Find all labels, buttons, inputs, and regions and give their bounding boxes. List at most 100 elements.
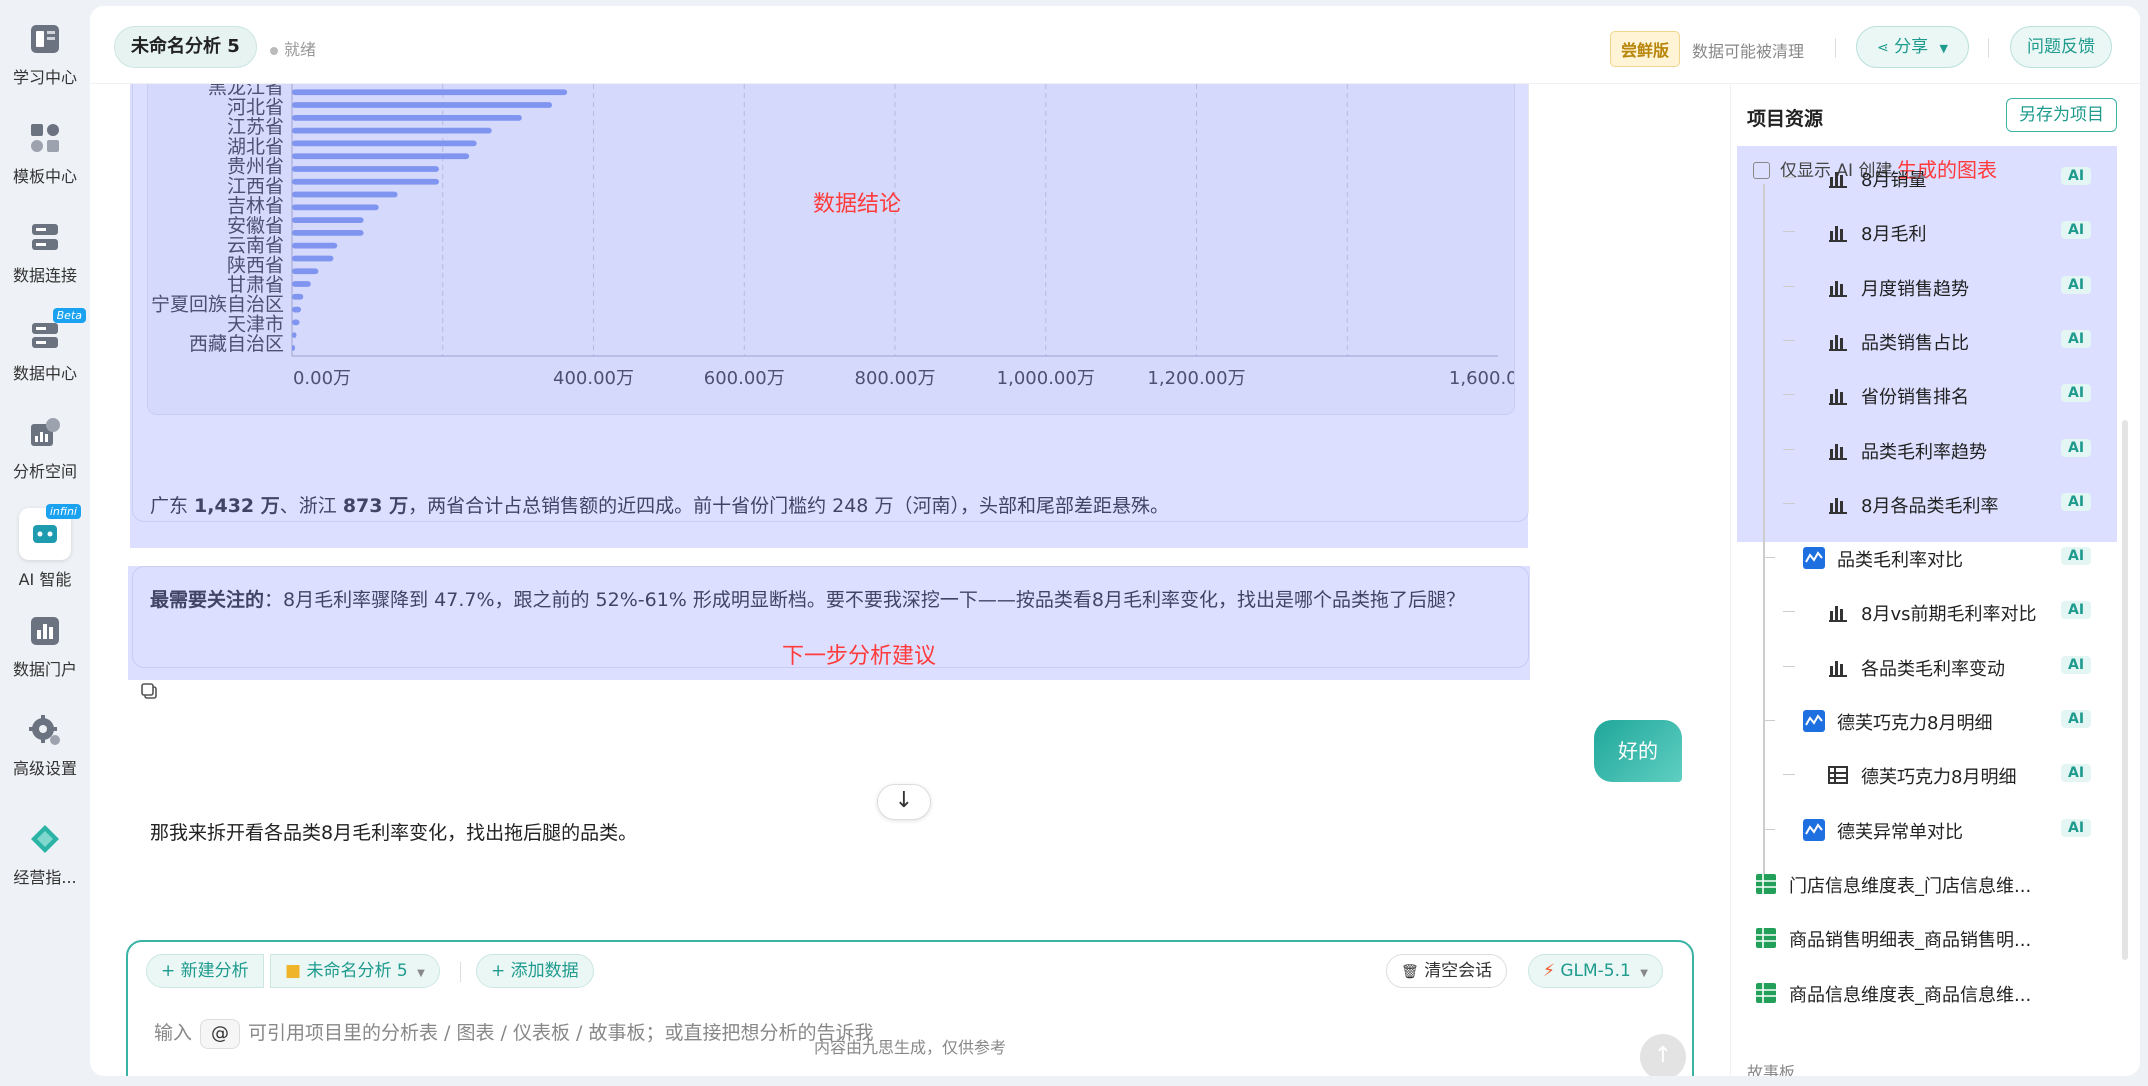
bar[interactable]	[292, 191, 398, 198]
bar[interactable]	[292, 281, 311, 287]
tree-branch	[1783, 611, 1795, 613]
panel-title: 项目资源	[1747, 108, 1824, 130]
bar[interactable]	[292, 293, 304, 300]
bar[interactable]	[292, 140, 477, 147]
chevron-down-icon: ▼	[1640, 968, 1648, 979]
nav-analysis-space[interactable]: 分析空间	[0, 416, 90, 482]
copy-icon[interactable]	[140, 682, 158, 700]
bar-chart-icon	[1827, 601, 1849, 623]
new-analysis-button[interactable]: + 新建分析	[146, 954, 264, 988]
resource-item[interactable]: 德芙异常单对比 AI	[1731, 803, 2131, 857]
province-sales-chart: 湖南省黑龙江省河北省江苏省湖北省贵州省江西省吉林省安徽省云南省陕西省甘肃省宁夏回…	[147, 65, 1515, 415]
resource-item[interactable]: 品类销售占比 AI	[1731, 314, 2131, 368]
nav-data-connect[interactable]: 数据连接	[0, 220, 90, 286]
resource-item[interactable]: 省份销售排名 AI	[1731, 368, 2131, 422]
diamond-icon	[28, 822, 62, 856]
analysis-title[interactable]: 未命名分析 5	[114, 26, 257, 68]
assistant-message: 那我来拆开看各品类8月毛利率变化，找出拖后腿的品类。	[150, 822, 638, 844]
category-label: 吉林省	[227, 195, 284, 217]
nav-learning[interactable]: 学习中心	[0, 22, 90, 88]
category-label: 河北省	[227, 96, 284, 118]
trial-note: 数据可能被清理	[1692, 42, 1805, 61]
panel-scrollbar[interactable]	[2122, 420, 2128, 960]
bar[interactable]	[292, 255, 334, 262]
bar[interactable]	[292, 345, 296, 351]
resource-item[interactable]: 8月销量 AI	[1731, 151, 2131, 205]
bar[interactable]	[292, 114, 522, 121]
chevron-down-icon: ▼	[1939, 42, 1949, 55]
tick-label: 1,600.00万	[1449, 368, 1515, 389]
ai-badge: AI	[2061, 764, 2092, 783]
category-label: 安徽省	[227, 215, 284, 237]
share-button[interactable]: ⋖ 分享 ▼	[1856, 26, 1970, 68]
bar[interactable]	[292, 89, 568, 96]
nav-templates[interactable]: 模板中心	[0, 121, 90, 187]
dashboard-icon	[1803, 547, 1825, 570]
resource-item[interactable]: 各品类毛利率变动 AI	[1731, 640, 2131, 694]
bar[interactable]	[292, 217, 364, 223]
resource-item[interactable]: 商品信息维度表_商品信息维...	[1731, 966, 2131, 1020]
tree-branch	[1783, 502, 1795, 504]
bar[interactable]	[292, 102, 553, 108]
next-step-text: 最需要关注的：8月毛利率骤降到 47.7%，跟之前的 52%-61% 形成明显断…	[150, 589, 1465, 611]
resource-item[interactable]: 品类毛利率对比 AI	[1731, 531, 2131, 585]
divider	[1835, 38, 1836, 58]
bar[interactable]	[292, 178, 439, 185]
resource-label: 省份销售排名	[1861, 387, 1969, 409]
main-panel: 未命名分析 5 就绪 尝鲜版 数据可能被清理 ⋖ 分享 ▼ 问题反馈 湖南省黑龙…	[90, 6, 2140, 1076]
bar[interactable]	[292, 127, 492, 134]
feedback-button[interactable]: 问题反馈	[2010, 26, 2112, 68]
tree-branch	[1783, 339, 1795, 341]
bar[interactable]	[292, 230, 364, 236]
category-label: 宁夏回族自治区	[151, 294, 284, 316]
trash-icon: 🗑	[1401, 964, 1419, 980]
bar[interactable]	[292, 319, 300, 326]
resource-item[interactable]: 品类毛利率趋势 AI	[1731, 423, 2131, 477]
resource-item[interactable]: 德芙巧克力8月明细 AI	[1731, 748, 2131, 802]
nav-advanced[interactable]: 高级设置	[0, 713, 90, 779]
category-label: 湖北省	[227, 136, 284, 158]
category-label: 云南省	[227, 235, 284, 257]
bar[interactable]	[292, 204, 379, 211]
tree-branch	[1783, 665, 1795, 667]
bar[interactable]	[292, 332, 297, 339]
model-select[interactable]: ⚡ GLM-5.1 ▼	[1528, 954, 1663, 988]
resource-item[interactable]: 商品销售明细表_商品销售明...	[1731, 911, 2131, 965]
ai-badge: AI	[2061, 601, 2092, 620]
resource-item[interactable]: 门店信息维度表_门店信息维...	[1731, 857, 2131, 911]
clear-session-button[interactable]: 🗑 清空会话	[1386, 954, 1508, 988]
nav-ai[interactable]: infini AI 智能	[0, 504, 90, 590]
resource-label: 月度销售趋势	[1861, 278, 1969, 300]
bar[interactable]	[292, 166, 439, 172]
nav-data-portal[interactable]: 数据门户	[0, 614, 90, 680]
category-label: 陕西省	[227, 254, 284, 276]
dashboard-icon	[1803, 710, 1825, 732]
resource-item[interactable]: 8月毛利 AI	[1731, 205, 2131, 259]
table-icon	[1827, 764, 1849, 786]
category-label: 甘肃省	[227, 274, 284, 296]
divider	[1988, 38, 1989, 58]
folder-select[interactable]: ■ 未命名分析 5 ▼	[270, 954, 440, 988]
bar-chart-icon	[1827, 221, 1849, 243]
scroll-down-button[interactable]: ↓	[877, 784, 931, 820]
database-icon: Beta	[28, 308, 86, 352]
add-data-button[interactable]: + 添加数据	[476, 954, 594, 988]
bar[interactable]	[292, 306, 302, 313]
save-as-project-button[interactable]: 另存为项目	[2006, 98, 2117, 132]
resource-label: 德芙异常单对比	[1837, 821, 1963, 843]
resource-item[interactable]: 月度销售趋势 AI	[1731, 260, 2131, 314]
chat-area: 湖南省黑龙江省河北省江苏省湖北省贵州省江西省吉林省安徽省云南省陕西省甘肃省宁夏回…	[90, 64, 1730, 1076]
bar[interactable]	[292, 268, 319, 275]
tree-branch	[1765, 720, 1775, 721]
bar[interactable]	[292, 153, 470, 160]
bar[interactable]	[292, 242, 338, 249]
nav-business[interactable]: 经营指...	[0, 822, 90, 888]
resource-item[interactable]: 8月各品类毛利率 AI	[1731, 477, 2131, 531]
project-resources-panel: 项目资源 另存为项目 仅显示 AI 创建 生成的图表 8月销量 AI 8月毛利 AI 月…	[1730, 84, 2140, 1076]
lightning-icon: ⚡	[1543, 961, 1555, 981]
resource-item[interactable]: 8月vs前期毛利率对比 AI	[1731, 585, 2131, 639]
bar-chart-icon	[28, 614, 62, 648]
chart-pie-icon	[28, 416, 62, 450]
resource-item[interactable]: 德芙巧克力8月明细 AI	[1731, 694, 2131, 748]
nav-data-center[interactable]: Beta 数据中心	[0, 308, 90, 384]
